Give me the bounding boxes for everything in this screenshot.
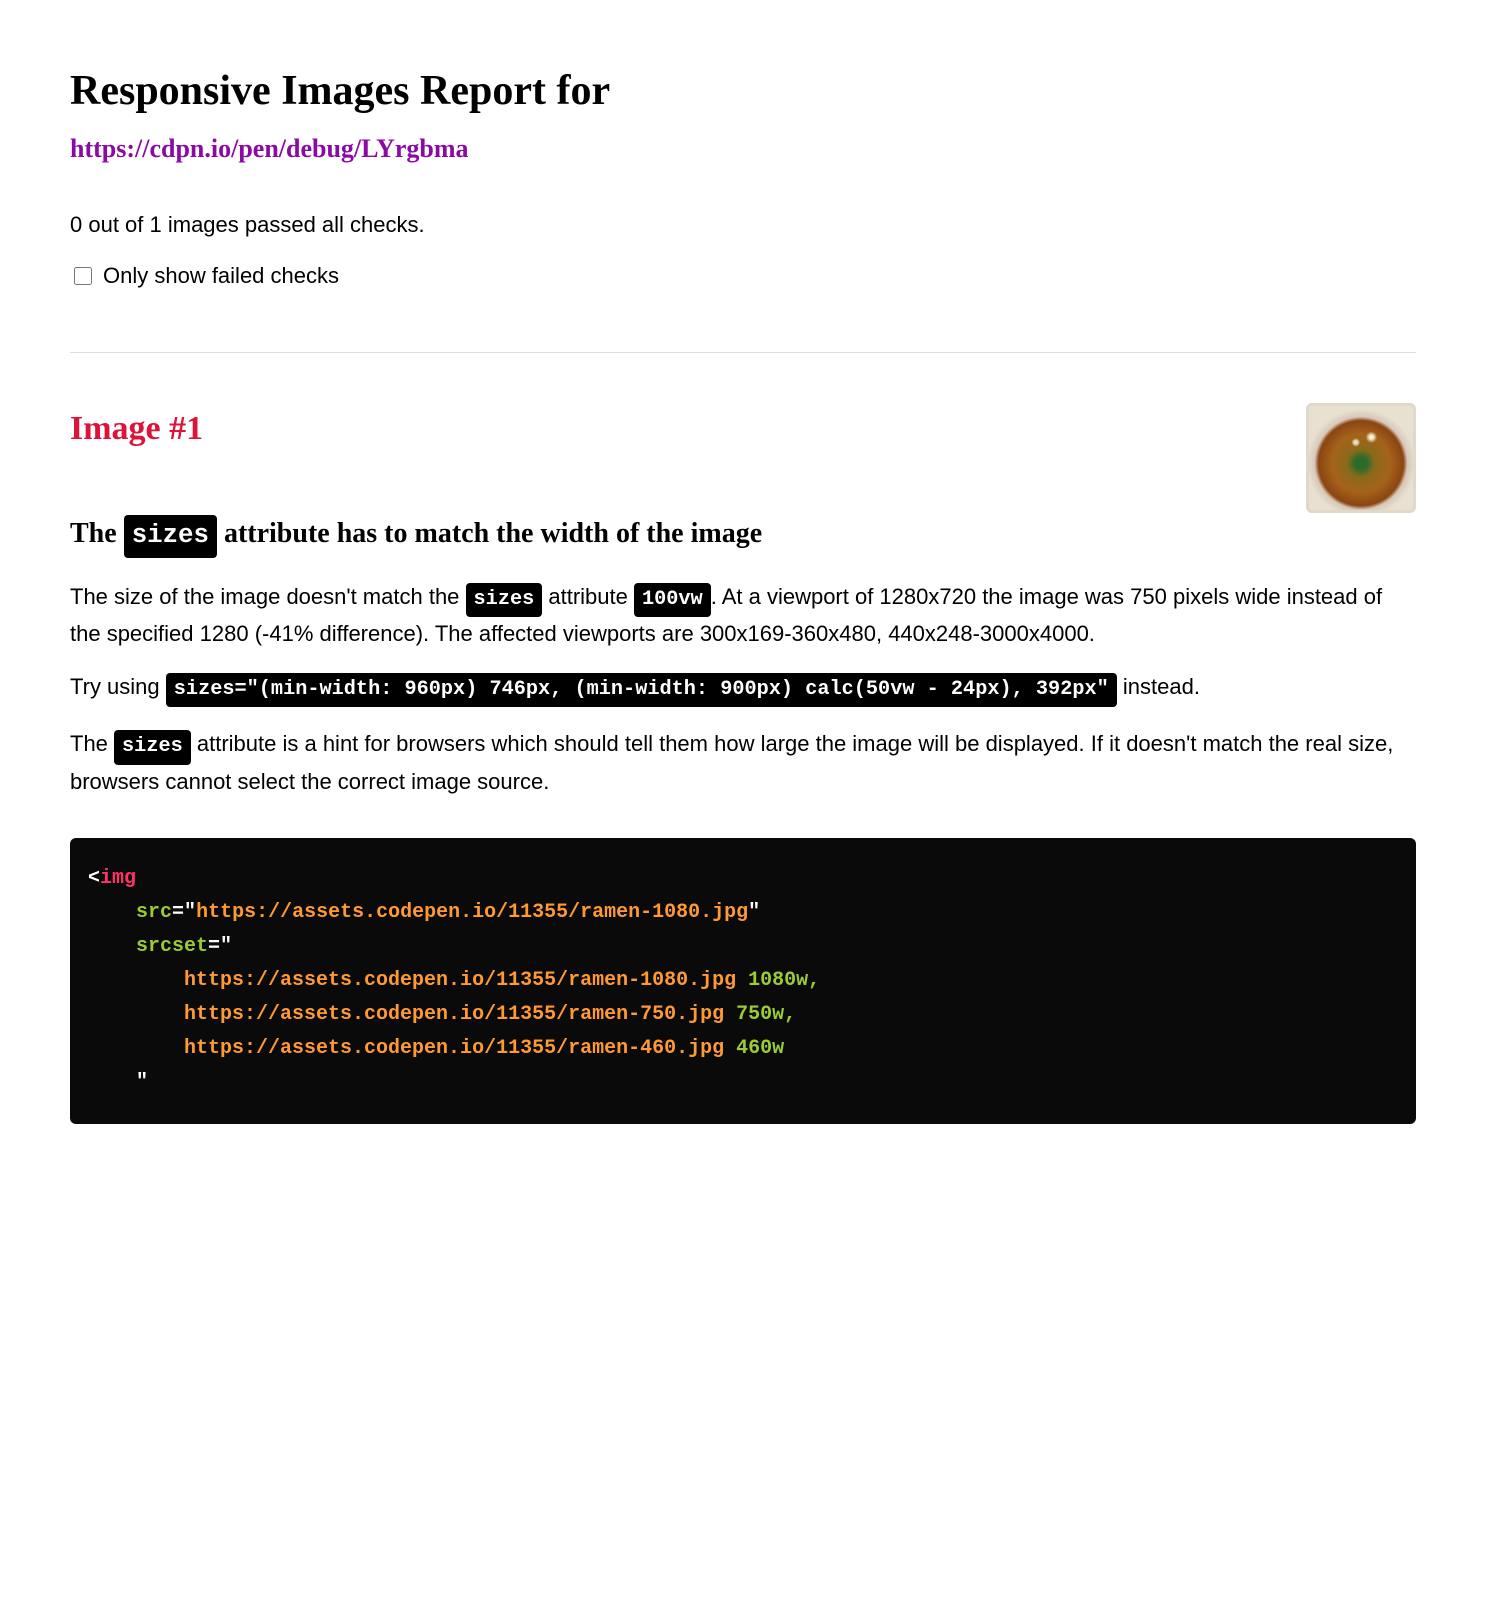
filter-row: Only show failed checks <box>70 259 1416 292</box>
code-punct: " <box>136 1071 148 1094</box>
code-srcset-w-2: 750w, <box>724 1003 796 1026</box>
sizes-value-badge: 100vw <box>634 583 711 617</box>
check-title-pre: The <box>70 518 124 549</box>
code-punct: " <box>220 935 232 958</box>
code-srcset-url-1: https://assets.codepen.io/11355/ramen-10… <box>184 969 736 992</box>
check-paragraph-1: The size of the image doesn't match the … <box>70 580 1416 650</box>
code-punct: < <box>88 867 100 890</box>
code-punct: = <box>208 935 220 958</box>
divider <box>70 352 1416 353</box>
only-failed-checkbox[interactable] <box>74 267 92 285</box>
page-title: Responsive Images Report for <box>70 60 1416 123</box>
summary-text: 0 out of 1 images passed all checks. <box>70 208 1416 241</box>
code-tag-img: img <box>100 867 136 890</box>
p1-text-b: attribute <box>542 584 634 609</box>
p3-text-a: The <box>70 731 114 756</box>
code-punct: = <box>172 901 184 924</box>
code-srcset-url-3: https://assets.codepen.io/11355/ramen-46… <box>184 1037 724 1060</box>
code-srcset-w-1: 1080w, <box>736 969 820 992</box>
p1-text-a: The size of the image doesn't match the <box>70 584 466 609</box>
sizes-code-badge: sizes <box>124 515 217 558</box>
sizes-badge-inline: sizes <box>466 583 543 617</box>
check-paragraph-2: Try using sizes="(min-width: 960px) 746p… <box>70 670 1416 707</box>
image-thumbnail <box>1306 403 1416 513</box>
check-title: The sizes attribute has to match the wid… <box>70 513 1416 558</box>
report-url-link[interactable]: https://cdpn.io/pen/debug/LYrgbma <box>70 129 1416 168</box>
code-srcset-w-3: 460w <box>724 1037 784 1060</box>
sizes-badge-inline-2: sizes <box>114 730 191 764</box>
code-srcset-url-2: https://assets.codepen.io/11355/ramen-75… <box>184 1003 724 1026</box>
code-attr-src: src <box>136 901 172 924</box>
check-paragraph-3: The sizes attribute is a hint for browse… <box>70 727 1416 797</box>
code-src-url: https://assets.codepen.io/11355/ramen-10… <box>196 901 748 924</box>
suggested-sizes-badge: sizes="(min-width: 960px) 746px, (min-wi… <box>166 673 1117 707</box>
code-attr-srcset: srcset <box>136 935 208 958</box>
only-failed-label: Only show failed checks <box>103 259 339 292</box>
p3-text-b: attribute is a hint for browsers which s… <box>70 731 1393 793</box>
code-punct: " <box>748 901 760 924</box>
p2-text-a: Try using <box>70 674 166 699</box>
code-punct: " <box>184 901 196 924</box>
check-title-post: attribute has to match the width of the … <box>217 518 762 549</box>
source-code-block: <img src="https://assets.codepen.io/1135… <box>70 838 1416 1124</box>
p2-text-b: instead. <box>1117 674 1200 699</box>
image-heading: Image #1 <box>70 403 203 454</box>
image-report-1: Image #1 The sizes attribute has to matc… <box>70 403 1416 1124</box>
